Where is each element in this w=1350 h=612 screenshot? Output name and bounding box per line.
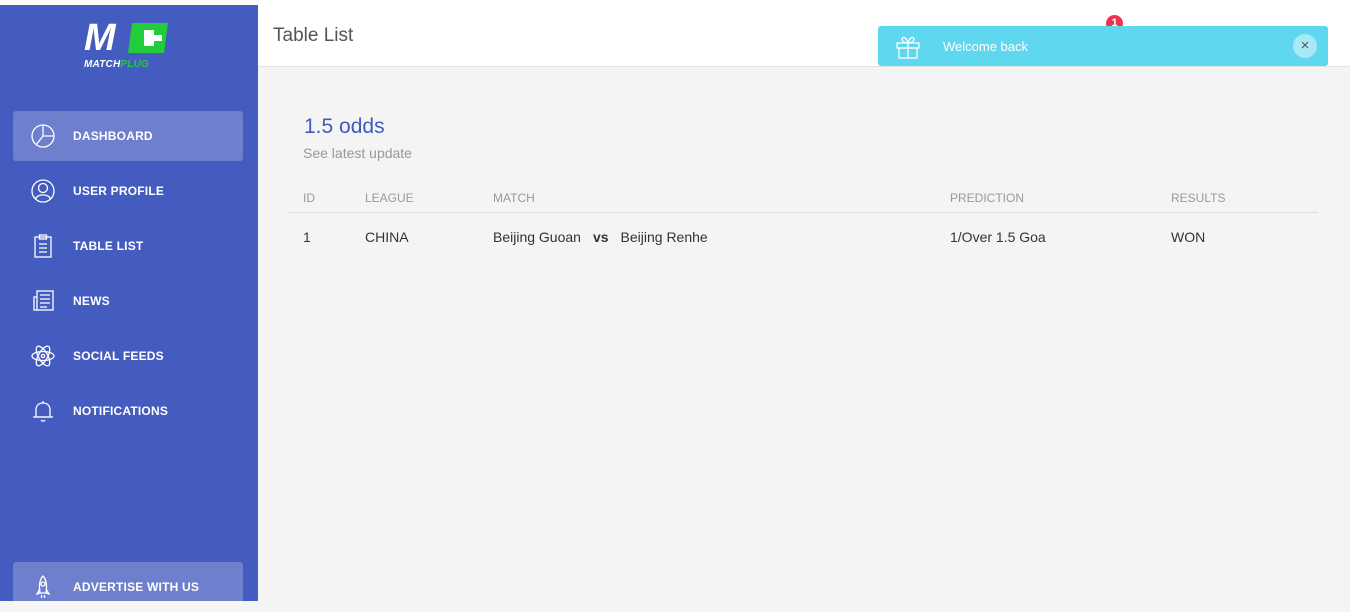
card-title: 1.5 odds bbox=[304, 115, 385, 138]
welcome-toast: Welcome back × bbox=[878, 26, 1328, 66]
sidebar-item-label: DASHBOARD bbox=[73, 129, 153, 143]
clipboard-icon bbox=[28, 231, 58, 261]
column-header-league: LEAGUE bbox=[365, 191, 414, 205]
bell-icon bbox=[28, 396, 58, 426]
cell-match: Beijing Guoan vs Beijing Renhe bbox=[493, 229, 708, 245]
sidebar-item-label: NOTIFICATIONS bbox=[73, 404, 169, 418]
cell-id: 1 bbox=[303, 229, 311, 245]
odds-table: ID LEAGUE MATCH PREDICTION RESULTS 1 CHI… bbox=[288, 186, 1318, 259]
atom-icon bbox=[28, 341, 58, 371]
sidebar-item-table-list[interactable]: TABLE LIST bbox=[13, 221, 243, 271]
cell-league: CHINA bbox=[365, 229, 409, 245]
pie-chart-icon bbox=[28, 121, 58, 151]
logo-wordmark: MATCHPLUG bbox=[84, 59, 149, 70]
rocket-icon bbox=[28, 572, 58, 602]
cell-prediction: 1/Over 1.5 Goa bbox=[950, 229, 1046, 245]
away-team: Beijing Renhe bbox=[620, 229, 708, 245]
newspaper-icon bbox=[28, 286, 58, 316]
sidebar-item-social-feeds[interactable]: SOCIAL FEEDS bbox=[13, 331, 243, 381]
table-header: ID LEAGUE MATCH PREDICTION RESULTS bbox=[288, 186, 1318, 213]
column-header-match: MATCH bbox=[493, 191, 535, 205]
column-header-prediction: PREDICTION bbox=[950, 191, 1025, 205]
home-team: Beijing Guoan bbox=[493, 229, 581, 245]
sidebar-item-user-profile[interactable]: USER PROFILE bbox=[13, 166, 243, 216]
user-icon bbox=[28, 176, 58, 206]
brand-logo[interactable]: M MATCHPLUG bbox=[82, 19, 176, 79]
card-subtitle: See latest update bbox=[303, 145, 412, 161]
sidebar-item-label: USER PROFILE bbox=[73, 184, 165, 198]
advertise-label: ADVERTISE WITH US bbox=[73, 580, 200, 594]
sidebar: M MATCHPLUG DASHBOARD USER PROFILE TABLE… bbox=[0, 5, 258, 612]
versus-label: vs bbox=[592, 229, 609, 245]
toast-message: Welcome back bbox=[943, 39, 1029, 54]
cell-result: WON bbox=[1171, 229, 1206, 245]
column-header-id: ID bbox=[303, 191, 315, 205]
sidebar-item-notifications[interactable]: NOTIFICATIONS bbox=[13, 386, 243, 436]
sidebar-item-label: NEWS bbox=[73, 294, 110, 308]
column-header-results: RESULTS bbox=[1171, 191, 1226, 205]
sidebar-item-news[interactable]: NEWS bbox=[13, 276, 243, 326]
table-row[interactable]: 1 CHINA Beijing Guoan vs Beijing Renhe 1/O… bbox=[288, 213, 1318, 259]
logo-mark: M bbox=[84, 17, 116, 59]
sidebar-item-dashboard[interactable]: DASHBOARD bbox=[13, 111, 243, 161]
sidebar-item-label: SOCIAL FEEDS bbox=[73, 349, 164, 363]
plug-icon bbox=[128, 23, 168, 53]
close-icon[interactable]: × bbox=[1293, 34, 1317, 58]
advertise-button[interactable]: ADVERTISE WITH US bbox=[13, 562, 243, 612]
sidebar-item-label: TABLE LIST bbox=[73, 239, 144, 253]
gift-icon bbox=[895, 33, 921, 59]
page-title: Table List bbox=[273, 25, 354, 46]
